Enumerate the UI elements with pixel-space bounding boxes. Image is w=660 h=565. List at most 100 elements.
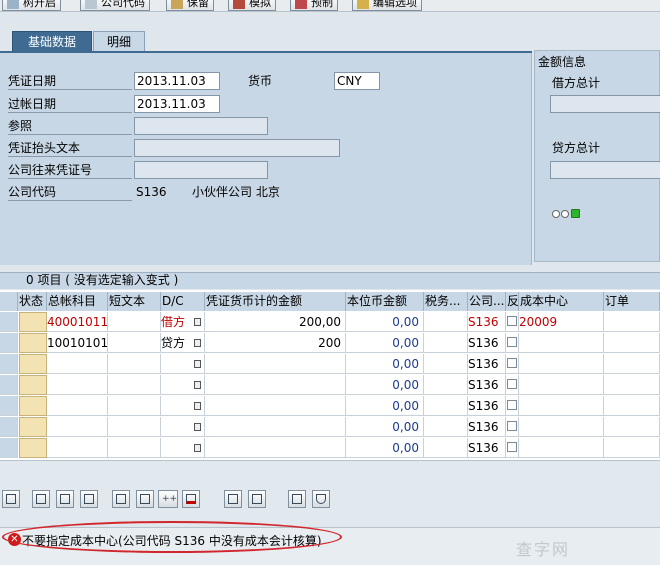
editing-options-button[interactable]: 编辑选项 [352, 0, 422, 11]
column-header-doc-amount[interactable]: 凭证货币计的金额 [205, 292, 346, 311]
doc-amount-cell[interactable]: 200 [205, 333, 346, 353]
account-cell[interactable] [47, 438, 108, 458]
tax-cell[interactable] [424, 417, 468, 437]
short-text-cell[interactable] [108, 312, 161, 332]
dropdown-icon[interactable] [194, 444, 201, 452]
reverse-cell[interactable] [506, 333, 519, 353]
reverse-checkbox[interactable] [507, 442, 517, 452]
reverse-checkbox[interactable] [507, 358, 517, 368]
doc-amount-cell[interactable] [205, 396, 346, 416]
deselect-all-icon[interactable] [56, 490, 74, 508]
tax-cell[interactable] [424, 312, 468, 332]
debit-credit-cell[interactable] [161, 417, 205, 437]
dropdown-icon[interactable] [194, 360, 201, 368]
short-text-cell[interactable] [108, 375, 161, 395]
row-selector[interactable] [0, 333, 18, 353]
tab-basic-data[interactable]: 基础数据 [12, 31, 92, 52]
account-cell[interactable] [47, 396, 108, 416]
local-amount-cell[interactable]: 0,00 [346, 438, 424, 458]
reverse-cell[interactable] [506, 354, 519, 374]
debit-credit-cell[interactable] [161, 396, 205, 416]
doc-amount-cell[interactable] [205, 438, 346, 458]
row-selector[interactable] [0, 354, 18, 374]
account-cell[interactable]: 10010101 [47, 333, 108, 353]
local-amount-cell[interactable]: 0,00 [346, 375, 424, 395]
doc-date-field[interactable]: 2013.11.03 [134, 72, 220, 90]
row-selector-header[interactable] [0, 292, 18, 311]
company-cell[interactable]: S136 [468, 417, 506, 437]
company-cell[interactable]: S136 [468, 375, 506, 395]
cost-center-cell[interactable] [519, 375, 604, 395]
copy-icon[interactable] [224, 490, 242, 508]
reverse-cell[interactable] [506, 375, 519, 395]
insert-row-icon[interactable] [112, 490, 130, 508]
append-row-icon[interactable] [136, 490, 154, 508]
row-selector[interactable] [0, 417, 18, 437]
row-selector[interactable] [0, 438, 18, 458]
reverse-cell[interactable] [506, 438, 519, 458]
debit-credit-cell[interactable] [161, 354, 205, 374]
column-header-tax[interactable]: 税务... [424, 292, 468, 311]
cost-center-cell[interactable] [519, 354, 604, 374]
debit-credit-cell[interactable]: 贷方 [161, 333, 205, 353]
company-code-button[interactable]: 公司代码 [80, 0, 150, 11]
doc-amount-cell[interactable]: 200,00 [205, 312, 346, 332]
header-text-field[interactable] [134, 139, 340, 157]
short-text-cell[interactable] [108, 333, 161, 353]
dropdown-icon[interactable] [194, 402, 201, 410]
company-cell[interactable]: S136 [468, 333, 506, 353]
dropdown-icon[interactable] [194, 423, 201, 431]
debit-credit-cell[interactable] [161, 438, 205, 458]
column-header-order[interactable]: 订单 [604, 292, 660, 311]
row-selector[interactable] [0, 375, 18, 395]
short-text-cell[interactable] [108, 438, 161, 458]
cost-center-cell[interactable] [519, 333, 604, 353]
short-text-cell[interactable] [108, 417, 161, 437]
reference-field[interactable] [134, 117, 268, 135]
local-amount-cell[interactable]: 0,00 [346, 333, 424, 353]
reverse-cell[interactable] [506, 417, 519, 437]
posting-date-field[interactable]: 2013.11.03 [134, 95, 220, 113]
reverse-cell[interactable] [506, 396, 519, 416]
company-cell[interactable]: S136 [468, 354, 506, 374]
column-header-cost-center[interactable]: 成本中心 [519, 292, 604, 311]
reverse-checkbox[interactable] [507, 316, 517, 326]
reverse-checkbox[interactable] [507, 400, 517, 410]
tree-toggle-button[interactable]: 树开启 [2, 0, 61, 11]
tax-cell[interactable] [424, 354, 468, 374]
local-amount-cell[interactable]: 0,00 [346, 417, 424, 437]
tax-cell[interactable] [424, 375, 468, 395]
tax-cell[interactable] [424, 396, 468, 416]
debit-credit-cell[interactable]: 借方 [161, 312, 205, 332]
dropdown-icon[interactable] [194, 339, 201, 347]
tax-cell[interactable] [424, 333, 468, 353]
order-cell[interactable] [604, 438, 660, 458]
print-icon[interactable] [288, 490, 306, 508]
doc-amount-cell[interactable] [205, 354, 346, 374]
column-header-debit-credit[interactable]: D/C [161, 292, 205, 311]
company-cell[interactable]: S136 [468, 396, 506, 416]
currency-field[interactable]: CNY [334, 72, 380, 90]
paste-icon[interactable] [248, 490, 266, 508]
order-cell[interactable] [604, 312, 660, 332]
short-text-cell[interactable] [108, 354, 161, 374]
cost-center-cell[interactable] [519, 438, 604, 458]
local-amount-cell[interactable]: 0,00 [346, 354, 424, 374]
hold-button[interactable]: 保留 [166, 0, 214, 11]
order-cell[interactable] [604, 333, 660, 353]
order-cell[interactable] [604, 375, 660, 395]
select-block-icon[interactable] [80, 490, 98, 508]
cost-center-cell[interactable]: 20009 [519, 312, 604, 332]
doc-amount-cell[interactable] [205, 417, 346, 437]
delete-row-icon[interactable] [182, 490, 200, 508]
park-button[interactable]: 预制 [290, 0, 338, 11]
intercompany-field[interactable] [134, 161, 268, 179]
short-text-cell[interactable] [108, 396, 161, 416]
cost-center-cell[interactable] [519, 396, 604, 416]
debit-credit-cell[interactable] [161, 375, 205, 395]
detail-icon[interactable] [2, 490, 20, 508]
row-selector[interactable] [0, 396, 18, 416]
simulate-button[interactable]: 模拟 [228, 0, 276, 11]
column-header-company[interactable]: 公司... [468, 292, 506, 311]
column-header-reverse[interactable]: 反 [506, 292, 519, 311]
